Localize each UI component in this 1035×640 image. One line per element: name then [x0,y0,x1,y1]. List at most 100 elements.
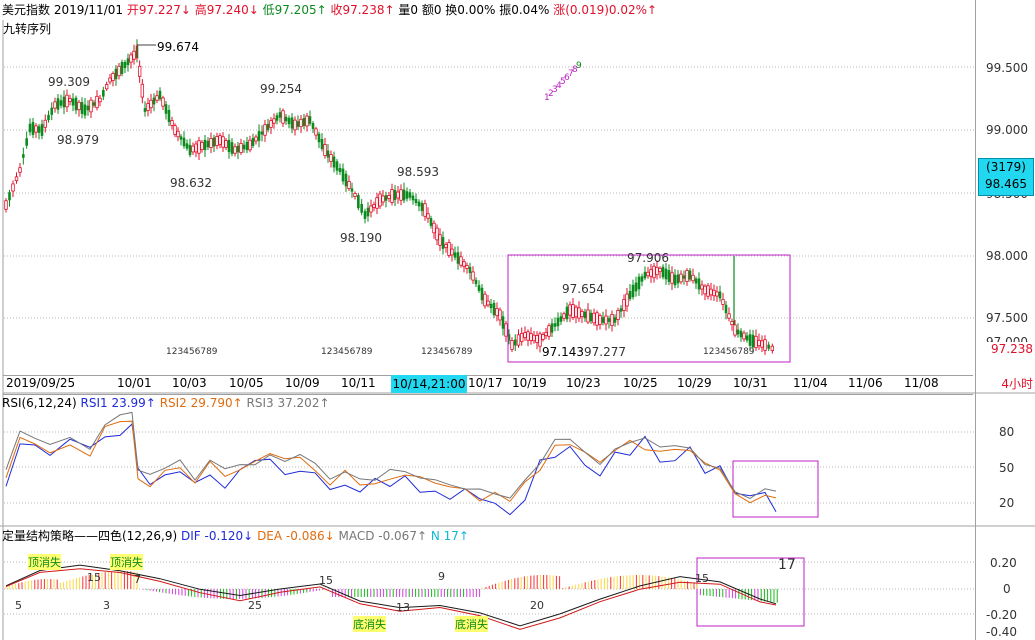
candle-body-194 [592,312,596,324]
candle-body-53 [167,109,171,123]
candle-body-9 [34,125,38,133]
candle-body-149 [456,252,460,264]
candle-body-141 [432,222,436,234]
candle-body-189 [577,307,581,319]
candle-body-26 [86,105,90,111]
candle-body-188 [574,306,578,318]
candle-body-167 [510,340,514,350]
rsi2-value: RSI2 29.790↑ [159,396,243,410]
date-label-9: 10/25 [623,376,658,390]
candle-body-10 [37,126,41,133]
candle-body-114 [350,188,354,192]
candle-body-95 [293,119,297,131]
candle-body-18 [62,96,66,108]
candle-body-96 [296,121,300,127]
macd-title-bar: 定量结构策略——四色(12,26,9) DIF -0.120↓ DEA -0.0… [2,527,469,545]
candle-body-172 [526,331,530,341]
candle-body-7 [28,123,32,133]
candle-body-175 [535,335,539,343]
candle-body-213 [649,269,653,277]
candle-body-8 [31,122,35,135]
date-label-3: 10/05 [229,376,264,390]
candle-body-152 [465,265,469,269]
candle-body-253 [770,345,775,351]
macd-label-m020: -0.20 [986,608,1018,622]
candle-body-237 [721,299,725,305]
candle-body-33 [108,77,112,83]
candle-body-192 [586,309,590,323]
price-tag-count: (3179) [986,160,1026,174]
macd-title: 定量结构策略——四色(12,26,9) [2,529,178,543]
candle-body-111 [341,168,345,182]
candle-body-199 [607,318,611,322]
candle-body-250 [760,340,764,348]
candle-body-30 [98,97,102,103]
candle-body-85 [263,124,267,136]
candle-body-23 [77,101,81,111]
candle-body-50 [158,90,162,100]
candle-body-144 [441,237,445,249]
candle-body-19 [65,94,69,108]
candle-body-49 [155,95,159,101]
candle-body-161 [492,302,496,316]
candle-body-104 [320,138,324,150]
bottom-lost-2: 底消失 [455,616,488,632]
candle-body-78 [242,144,246,150]
candle-body-66 [206,140,210,148]
macd-label-020: 0.20 [990,556,1017,570]
date-label-8: 10/23 [566,376,601,390]
date-label-2: 10/03 [172,376,207,390]
date-label-13: 11/06 [848,376,883,390]
date-label-10: 10/29 [677,376,712,390]
candle-body-127 [390,189,394,203]
date-label-12: 11/04 [793,376,828,390]
candle-body-51 [161,97,165,107]
candle-body-35 [114,68,118,80]
candle-body-107 [329,154,333,162]
candle-body-132 [405,191,409,199]
candle-body-138 [423,203,427,217]
candle-body-191 [583,311,587,319]
rsi3-value: RSI3 37.202↑ [246,396,330,410]
candle-body-220 [670,272,674,284]
period-selector[interactable]: 4小时 [978,375,1033,393]
candle-body-12 [43,119,47,128]
date-label-6: 10/17 [468,376,503,390]
candle-body-206 [628,290,632,300]
candle-body-168 [513,339,517,346]
candle-body-217 [661,266,665,278]
candle-body-154 [471,271,475,281]
candle-body-13 [47,114,50,121]
candle-body-105 [323,144,327,156]
candle-body-32 [104,84,109,90]
macd-num-15a: 15 [87,571,101,584]
candle-body-25 [83,104,87,116]
candle-body-242 [736,329,740,335]
candle-body-76 [236,145,240,153]
candle-body-231 [703,285,707,295]
low-annotation-4: 97.143 [542,345,584,359]
candle-body-147 [450,248,454,256]
candle-body-185 [565,306,569,320]
macd-num-5: 5 [15,599,22,612]
candle-body-143 [438,234,442,246]
date-label-11: 10/31 [733,376,768,390]
crosshair-price-tag: (3179) 98.465 [978,158,1034,196]
nine-seq-4: 123456789 [703,347,755,357]
candle-body-122 [375,197,379,209]
candle-body-155 [474,279,478,285]
macd-label-0: 0 [1003,582,1011,596]
candle-body-179 [547,325,551,337]
cursor-date-tag: 10/14,21:00 [391,375,467,393]
candle-body-223 [679,273,683,283]
candle-body-110 [338,168,342,172]
dif-value: DIF -0.120↓ [181,529,254,543]
candle-body-208 [634,282,638,292]
candle-body-88 [272,118,276,124]
candle-body-20 [68,97,72,103]
candle-body-156 [477,285,481,291]
candle-body-153 [468,266,472,274]
candle-body-82 [254,136,258,142]
candle-body-125 [384,195,388,201]
candle-body-148 [453,252,457,258]
